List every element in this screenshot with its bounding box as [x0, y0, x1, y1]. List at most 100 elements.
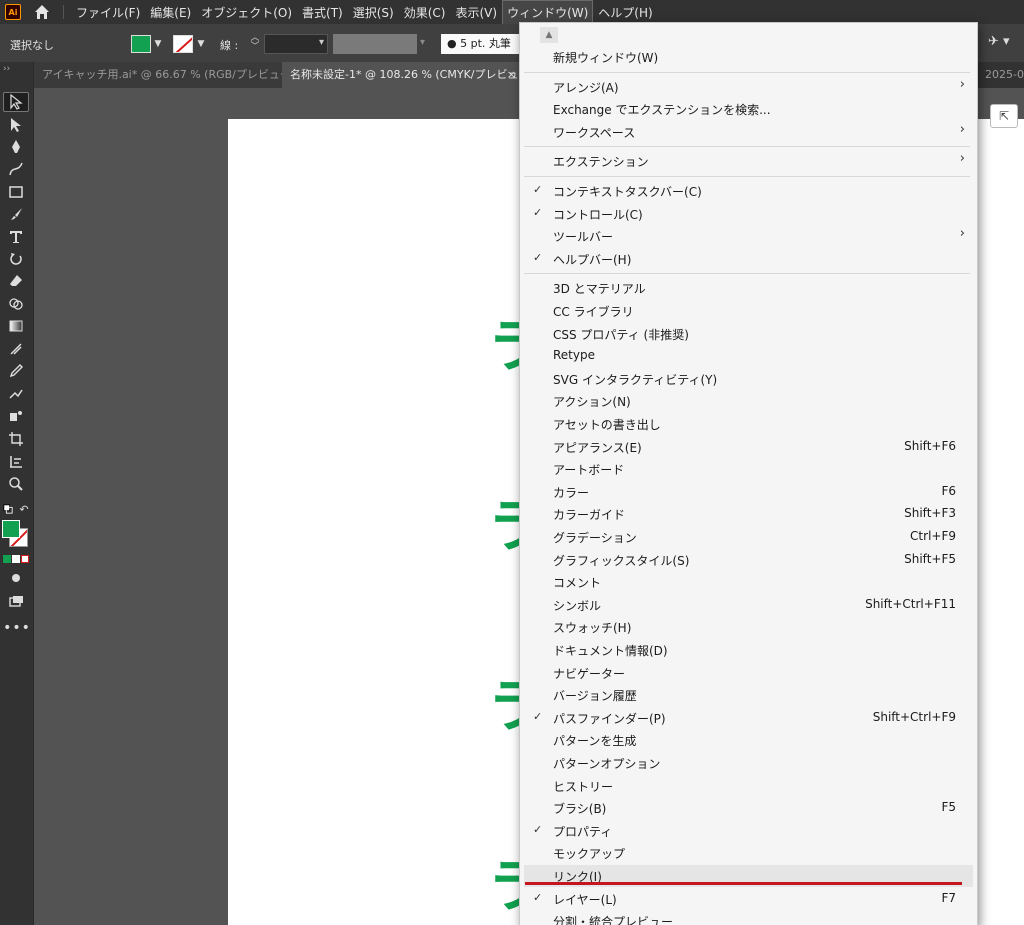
menu-item[interactable]: アレンジ(A) › [524, 76, 973, 98]
menu-item-label: コメント [553, 576, 602, 591]
menu-item[interactable]: モックアップ [524, 842, 973, 864]
export-icon[interactable]: ⇱ [990, 104, 1018, 128]
fill-color-swatch[interactable] [131, 35, 151, 53]
menu-item[interactable]: ✓ レイヤー(L) F7 [524, 888, 973, 910]
swap-colors-icon[interactable]: ↶ [18, 499, 30, 519]
stroke-weight-input[interactable]: ▾ [264, 34, 328, 54]
menu-item[interactable]: ✓ プロパティ [524, 820, 973, 842]
menu-item[interactable]: パターンを生成 [524, 729, 973, 751]
menu-item[interactable]: ✓ パスファインダー(P) Shift+Ctrl+F9 [524, 707, 973, 729]
menu-item[interactable]: CC ライブラリ [524, 300, 973, 322]
zoom-tool-icon[interactable] [3, 474, 29, 494]
menu-item[interactable]: 選択(S) [349, 1, 398, 24]
menu-item[interactable]: バージョン履歴 [524, 684, 973, 706]
home-icon[interactable] [31, 1, 53, 23]
menu-item[interactable]: 書式(T) [298, 1, 347, 24]
stroke-color-swatch[interactable] [173, 35, 193, 53]
menu-item[interactable]: SVG インタラクティビティ(Y) [524, 368, 973, 390]
menu-item-label: アセットの書き出し [553, 418, 661, 432]
rotate-tool-icon[interactable] [3, 249, 29, 269]
brush-definition[interactable]: ● 5 pt. 丸筆 [441, 34, 521, 54]
gradient-tool-icon[interactable] [3, 316, 29, 336]
menu-item[interactable]: カラー F6 [524, 481, 973, 503]
menu-item[interactable]: パターンオプション [524, 752, 973, 774]
mesh-tool-icon[interactable] [3, 339, 29, 359]
blend-tool-icon[interactable] [3, 384, 29, 404]
more-tools-icon[interactable]: ••• [0, 620, 34, 636]
menu-item[interactable]: アセットの書き出し [524, 413, 973, 435]
menu-item[interactable]: コメント [524, 571, 973, 593]
menu-item[interactable]: 3D とマテリアル [524, 277, 973, 299]
none-mode-icon[interactable] [21, 555, 29, 563]
menu-item-shortcut: Shift+F5 [904, 551, 956, 566]
curvature-tool-icon[interactable] [3, 159, 29, 179]
color-mode-icon[interactable] [3, 555, 11, 563]
tab-document-2[interactable]: 名称未設定-1* @ 108.26 % (CMYK/プレビュー) × [282, 62, 534, 88]
menu-item[interactable]: ナビゲーター [524, 662, 973, 684]
fill-dropdown-icon[interactable]: ▼ [152, 35, 164, 53]
screen-mode-icon[interactable] [3, 591, 29, 611]
eraser-tool-icon[interactable] [3, 271, 29, 291]
menu-item[interactable]: ファイル(F) [72, 1, 144, 24]
menu-item-label: アクション(N) [553, 395, 631, 410]
menu-item[interactable]: オブジェクト(O) [197, 1, 296, 24]
menu-item[interactable]: スウォッチ(H) [524, 616, 973, 638]
menu-item[interactable]: カラーガイド Shift+F3 [524, 503, 973, 525]
pen-tool-icon[interactable] [3, 137, 29, 157]
menu-item[interactable]: アートボード [524, 458, 973, 480]
menu-item[interactable]: Exchange でエクステンションを検索... [524, 98, 973, 120]
menu-item[interactable]: アクション(N) [524, 390, 973, 412]
menu-item[interactable]: ツールバー › [524, 225, 973, 247]
profile-dropdown-icon[interactable]: ▾ [420, 37, 425, 48]
symbol-sprayer-tool-icon[interactable] [3, 406, 29, 426]
menu-item[interactable]: 効果(C) [400, 1, 450, 24]
menu-item[interactable]: エクステンション › [524, 150, 973, 172]
menu-item[interactable]: ✓ コンテキストタスクバー(C) [524, 180, 973, 202]
submenu-arrow-icon: › [959, 151, 965, 167]
menu-item[interactable]: CSS プロパティ (非推奨) [524, 323, 973, 345]
menu-item[interactable]: ウィンドウ(W) [502, 0, 594, 25]
check-icon: ✓ [533, 250, 543, 264]
menu-item[interactable]: 編集(E) [146, 1, 195, 24]
menu-item[interactable]: シンボル Shift+Ctrl+F11 [524, 594, 973, 616]
menu-item[interactable]: ワークスペース › [524, 121, 973, 143]
artboard-tool-icon[interactable] [3, 429, 29, 449]
menu-item[interactable]: アピアランス(E) Shift+F6 [524, 436, 973, 458]
rectangle-tool-icon[interactable] [3, 182, 29, 202]
menu-item[interactable]: 新規ウィンドウ(W) [524, 46, 973, 68]
paintbrush-tool-icon[interactable] [3, 204, 29, 224]
panel-grip-icon[interactable]: ›› [3, 64, 10, 74]
menu-item-label: ワークスペース [553, 125, 636, 140]
tab-document-1[interactable]: アイキャッチ用.ai* @ 66.67 % (RGB/プレビュー) [34, 62, 295, 88]
illustrator-window: Ai ファイル(F) 編集(E) オブジェクト(O) 書式(T) 選択(S) 効果(C) 表… [0, 0, 1024, 925]
menu-item-shortcut: Shift+Ctrl+F11 [865, 596, 956, 611]
stroke-weight-stepper-icon[interactable]: ︿ ﹀ [248, 34, 262, 54]
variable-width-profile[interactable] [333, 34, 417, 54]
shape-builder-tool-icon[interactable] [3, 294, 29, 314]
menu-item[interactable]: ブラシ(B) F5 [524, 797, 973, 819]
type-tool-icon[interactable] [3, 227, 29, 247]
menu-item[interactable]: グラデーション Ctrl+F9 [524, 526, 973, 548]
direct-selection-tool-icon[interactable] [3, 115, 29, 135]
column-graph-tool-icon[interactable] [3, 451, 29, 471]
menu-item[interactable]: 表示(V) [451, 1, 501, 24]
gradient-mode-icon[interactable] [12, 555, 20, 563]
menu-item[interactable]: ヘルプ(H) [594, 1, 656, 24]
eyedropper-tool-icon[interactable] [3, 361, 29, 381]
draw-mode-icon[interactable] [3, 568, 29, 588]
scroll-up-icon[interactable]: ▲ [540, 27, 558, 43]
menu-item-label: レイヤー(L) [553, 892, 617, 907]
stroke-dropdown-icon[interactable]: ▼ [195, 35, 207, 53]
menu-item[interactable]: グラフィックスタイル(S) Shift+F5 [524, 549, 973, 571]
menu-item[interactable]: ✓ ヘルプバー(H) [524, 248, 973, 270]
close-icon[interactable]: × [507, 62, 516, 88]
menu-item[interactable]: 分割・統合プレビュー [524, 910, 973, 925]
menu-item[interactable]: Retype [524, 345, 973, 367]
selection-tool-icon[interactable] [3, 92, 29, 112]
panel-menu-icon[interactable]: ✈ ▾ [988, 34, 1018, 54]
menu-item[interactable]: ドキュメント情報(D) [524, 639, 973, 661]
menu-item[interactable]: ヒストリー [524, 775, 973, 797]
toolbar-fill-swatch[interactable] [2, 520, 20, 538]
default-colors-icon[interactable] [2, 499, 14, 519]
menu-item[interactable]: ✓ コントロール(C) [524, 203, 973, 225]
